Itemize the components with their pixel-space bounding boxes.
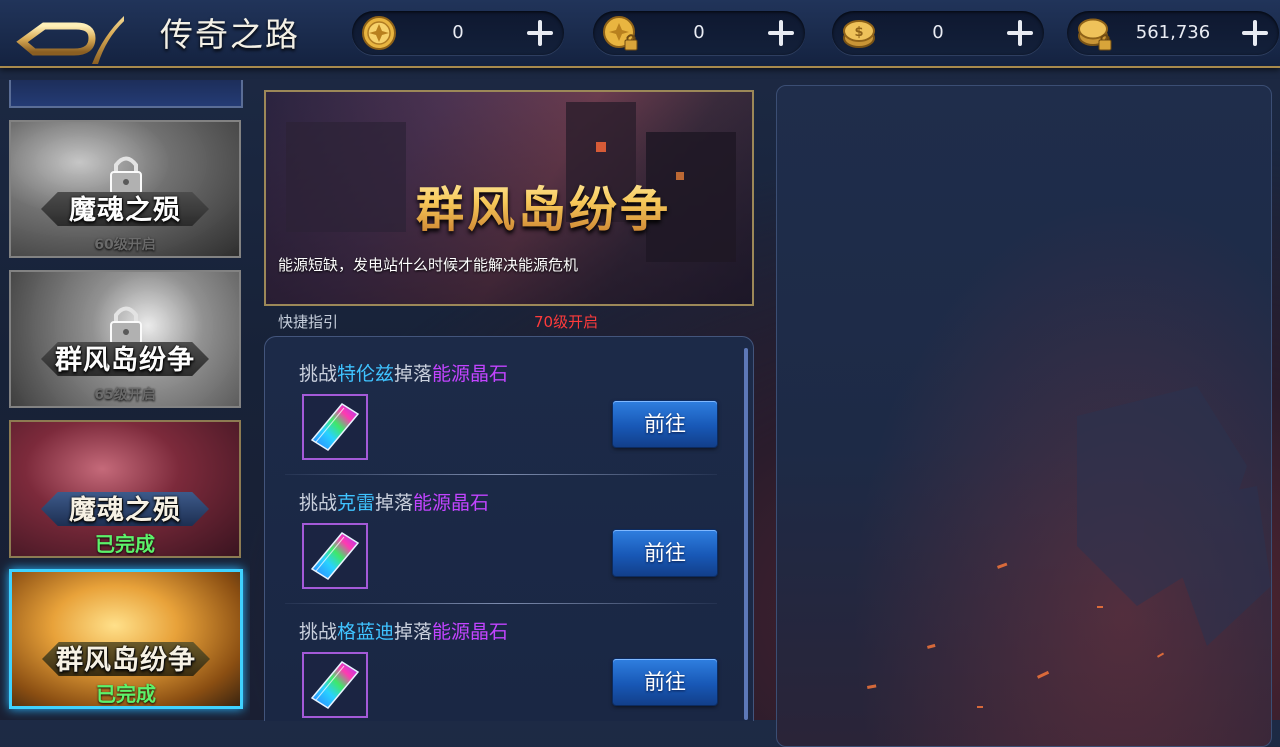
chapter-status: 已完成: [96, 682, 156, 706]
task-row: 挑战克雷掉落能源晶石 前往: [265, 466, 735, 604]
svg-text:$: $: [854, 25, 863, 40]
chapter-status: 60级开启: [94, 237, 156, 253]
chapter-card[interactable]: 魔魂之殒 60级开启: [9, 120, 241, 258]
back-logo-icon: [16, 6, 144, 64]
boss-name: 特伦兹: [337, 363, 395, 385]
chapter-card-selected[interactable]: 群风岛纷争 已完成: [9, 569, 243, 709]
go-button[interactable]: 前往: [613, 401, 717, 447]
plus-icon[interactable]: [1237, 15, 1273, 51]
back-button[interactable]: [14, 6, 144, 64]
plus-icon[interactable]: [1002, 15, 1038, 51]
energy-crystal-icon[interactable]: [302, 394, 368, 460]
chapter-name: 群风岛纷争: [55, 345, 195, 376]
chapter-description: 能源短缺，发电站什么时候才能解决能源危机: [278, 256, 579, 274]
currency-amount: 0: [693, 22, 705, 43]
task-middle: 掉落: [375, 492, 414, 514]
coin-stack-icon: $: [843, 20, 875, 48]
chapter-card[interactable]: 魔魂之殒 已完成: [9, 420, 241, 558]
task-list[interactable]: 挑战特伦兹掉落能源晶石 前往 挑战克雷掉落能源晶石 前往 挑战格蓝迪掉落能源晶石…: [264, 336, 754, 721]
task-middle: 掉落: [394, 621, 433, 643]
chapter-name: 群风岛纷争: [56, 645, 196, 676]
item-name: 能源晶石: [432, 621, 509, 643]
currency-coins: $ 0: [832, 11, 1044, 55]
task-row: 挑战格蓝迪掉落能源晶石 前往: [265, 595, 735, 721]
plus-icon[interactable]: [522, 15, 558, 51]
chapter-hero-banner: 群风岛纷争 能源短缺，发电站什么时候才能解决能源危机: [264, 90, 754, 306]
chapter-card[interactable]: 群风岛纷争 65级开启: [9, 270, 241, 408]
boss-name: 格蓝迪: [337, 621, 395, 643]
locked-coin-stack-icon: [1078, 18, 1112, 51]
chapter-status: 已完成: [95, 532, 155, 556]
chapter-card-partial[interactable]: [9, 80, 243, 108]
task-description: 挑战克雷掉落能源晶石: [299, 488, 489, 515]
energy-crystal-icon[interactable]: [302, 523, 368, 589]
energy-crystal-icon[interactable]: [302, 652, 368, 718]
item-name: 能源晶石: [432, 363, 509, 385]
currency-amount: 0: [452, 22, 464, 43]
task-prefix: 挑战: [299, 492, 338, 514]
go-button[interactable]: 前往: [613, 530, 717, 576]
task-description: 挑战特伦兹掉落能源晶石: [299, 359, 508, 386]
chapter-status: 65级开启: [94, 387, 156, 403]
currency-locked-gold: 0: [593, 11, 805, 55]
plus-icon[interactable]: [763, 15, 799, 51]
currency-amount: 561,736: [1135, 22, 1211, 43]
page-title: 传奇之路: [160, 15, 300, 54]
top-bar: 传奇之路 0 0 $ 0 561,736: [0, 0, 1280, 68]
task-list-scrollbar[interactable]: [744, 348, 748, 720]
task-prefix: 挑战: [299, 363, 338, 385]
unlock-level-text: 70级开启: [534, 313, 599, 331]
chapter-title: 群风岛纷争: [416, 170, 671, 240]
currency-amount: 0: [932, 22, 944, 43]
quick-guide-label: 快捷指引: [278, 313, 339, 331]
currency-locked-coins: 561,736: [1067, 11, 1279, 55]
go-button[interactable]: 前往: [613, 659, 717, 705]
locked-gold-coin-icon: [603, 16, 638, 51]
boss-name: 克雷: [337, 492, 376, 514]
task-description: 挑战格蓝迪掉落能源晶石: [299, 617, 508, 644]
task-row: 挑战特伦兹掉落能源晶石 前往: [265, 337, 735, 475]
item-name: 能源晶石: [413, 492, 490, 514]
currency-gold: 0: [352, 11, 564, 55]
character-preview-panel: [776, 85, 1272, 747]
chapter-list[interactable]: 魔魂之殒 60级开启 群风岛纷争 65级开启 魔魂之殒 已完成 群风岛纷争 已完…: [0, 70, 250, 720]
task-middle: 掉落: [394, 363, 433, 385]
chapter-name: 魔魂之殒: [69, 195, 181, 226]
chapter-name: 魔魂之殒: [69, 495, 181, 526]
gold-coin-icon: [362, 16, 396, 50]
ember-particles: [867, 386, 1271, 708]
task-prefix: 挑战: [299, 621, 338, 643]
